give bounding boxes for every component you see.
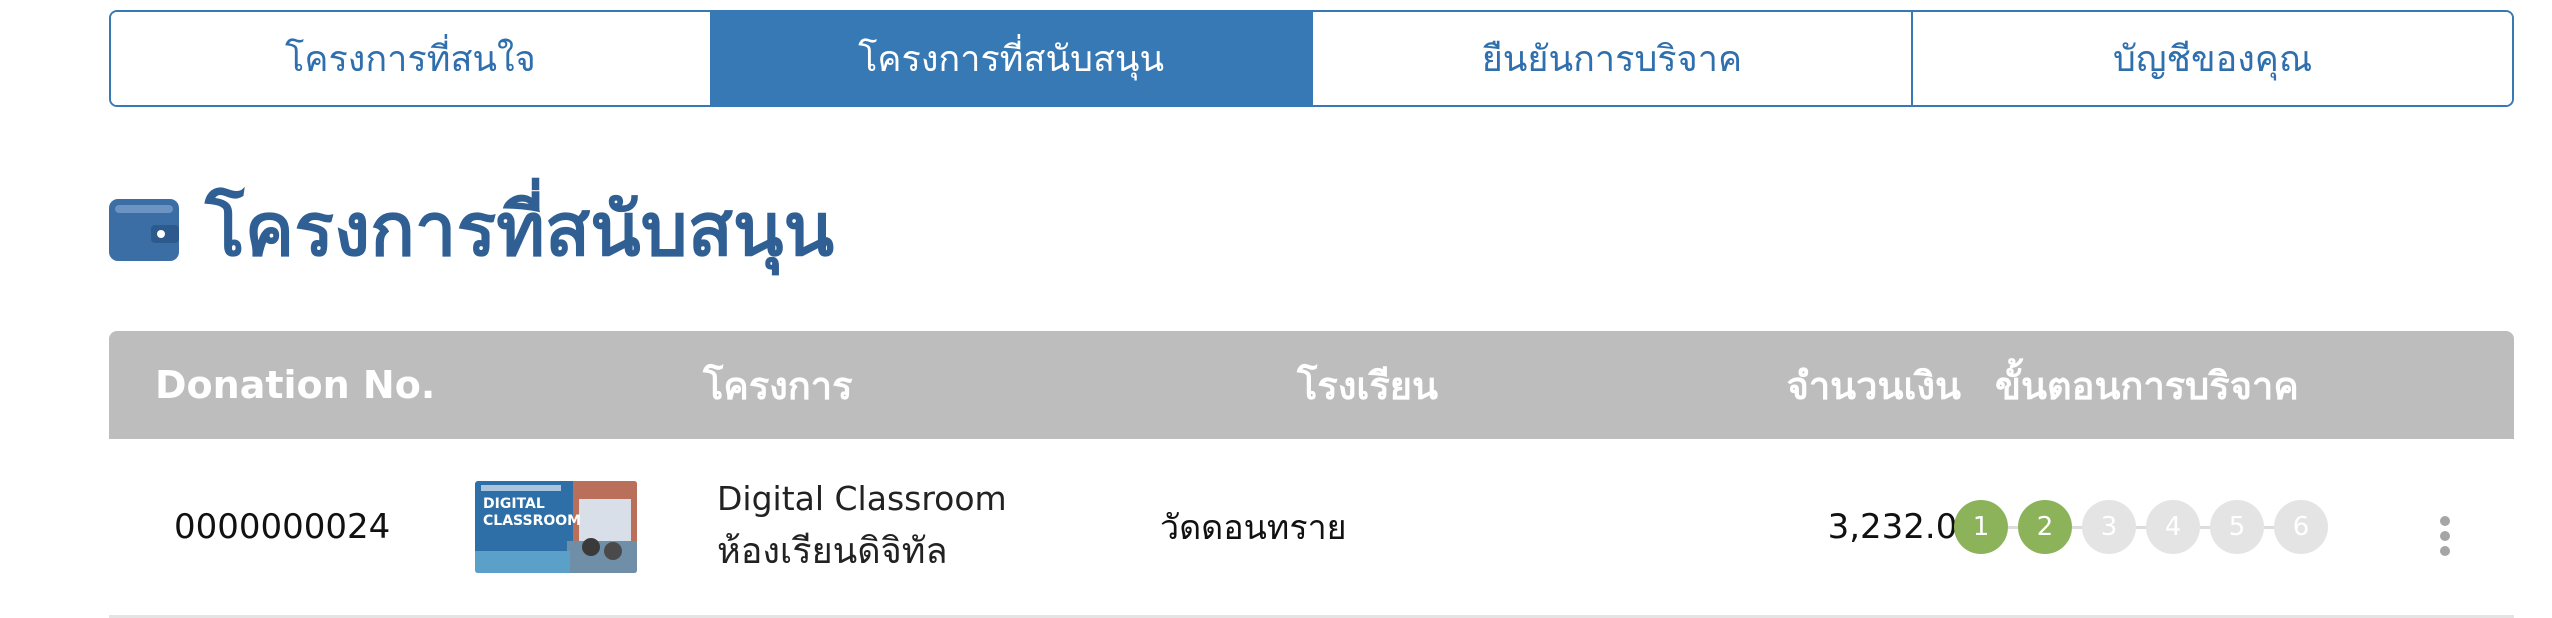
svg-text:CLASSROOM: CLASSROOM — [483, 513, 581, 529]
step-4: 4 — [2146, 500, 2200, 554]
svg-text:DIGITAL: DIGITAL — [483, 496, 545, 512]
tab-interested-projects[interactable]: โครงการที่สนใจ — [111, 12, 712, 105]
project-name-en[interactable]: Digital Classroom — [717, 474, 1007, 524]
wallet-icon — [109, 199, 179, 261]
step-3: 3 — [2082, 500, 2136, 554]
project-thumbnail[interactable]: DIGITAL CLASSROOM — [475, 481, 637, 573]
tab-confirm-donation[interactable]: ยืนยันการบริจาค — [1312, 12, 1914, 105]
header-amount: จำนวนเงิน — [1786, 363, 1961, 408]
step-connector — [2200, 525, 2210, 529]
more-options-icon[interactable] — [2439, 516, 2451, 556]
donation-amount: 3,232.00 — [1827, 507, 1979, 547]
project-thumbnail-cell: DIGITAL CLASSROOM — [475, 439, 637, 615]
header-donation-no: Donation No. — [155, 363, 436, 407]
step-connector — [2072, 525, 2082, 529]
project-name-cell: Digital Classroom ห้องเรียนดิจิทัล — [717, 439, 1007, 615]
tab-bar: โครงการที่สนใจ โครงการที่สนับสนุน ยืนยัน… — [109, 10, 2514, 107]
step-5: 5 — [2210, 500, 2264, 554]
step-connector — [2008, 525, 2018, 529]
header-donation-steps: ขั้นตอนการบริจาค — [1995, 363, 2299, 408]
donation-number: 0000000024 — [174, 507, 391, 547]
page-heading: โครงการที่สนับสนุน — [109, 175, 834, 285]
table-row: 0000000024 DIGITAL CLASSROOM Digital Cla… — [109, 439, 2514, 618]
donation-steps-cell: 1 2 3 4 5 6 — [1954, 439, 2328, 615]
page-title: โครงการที่สนับสนุน — [205, 187, 835, 273]
project-name-th[interactable]: ห้องเรียนดิจิทัล — [717, 524, 948, 580]
tab-supported-projects[interactable]: โครงการที่สนับสนุน — [711, 12, 1313, 105]
donations-table: Donation No. โครงการ โรงเรียน จำนวนเงิน … — [109, 331, 2514, 618]
header-project: โครงการ — [703, 363, 853, 408]
tab-your-account[interactable]: บัญชีของคุณ — [1913, 12, 2512, 105]
table-header: Donation No. โครงการ โรงเรียน จำนวนเงิน … — [109, 331, 2514, 439]
school-name: วัดดอนทราย — [1160, 508, 1347, 548]
row-menu-cell — [2439, 439, 2451, 615]
step-1: 1 — [1954, 500, 2008, 554]
page: โครงการที่สนใจ โครงการที่สนับสนุน ยืนยัน… — [0, 0, 2552, 618]
step-connector — [2136, 525, 2146, 529]
step-6: 6 — [2274, 500, 2328, 554]
step-2: 2 — [2018, 500, 2072, 554]
donation-steps: 1 2 3 4 5 6 — [1954, 500, 2328, 554]
header-school: โรงเรียน — [1297, 363, 1439, 408]
step-connector — [2264, 525, 2274, 529]
